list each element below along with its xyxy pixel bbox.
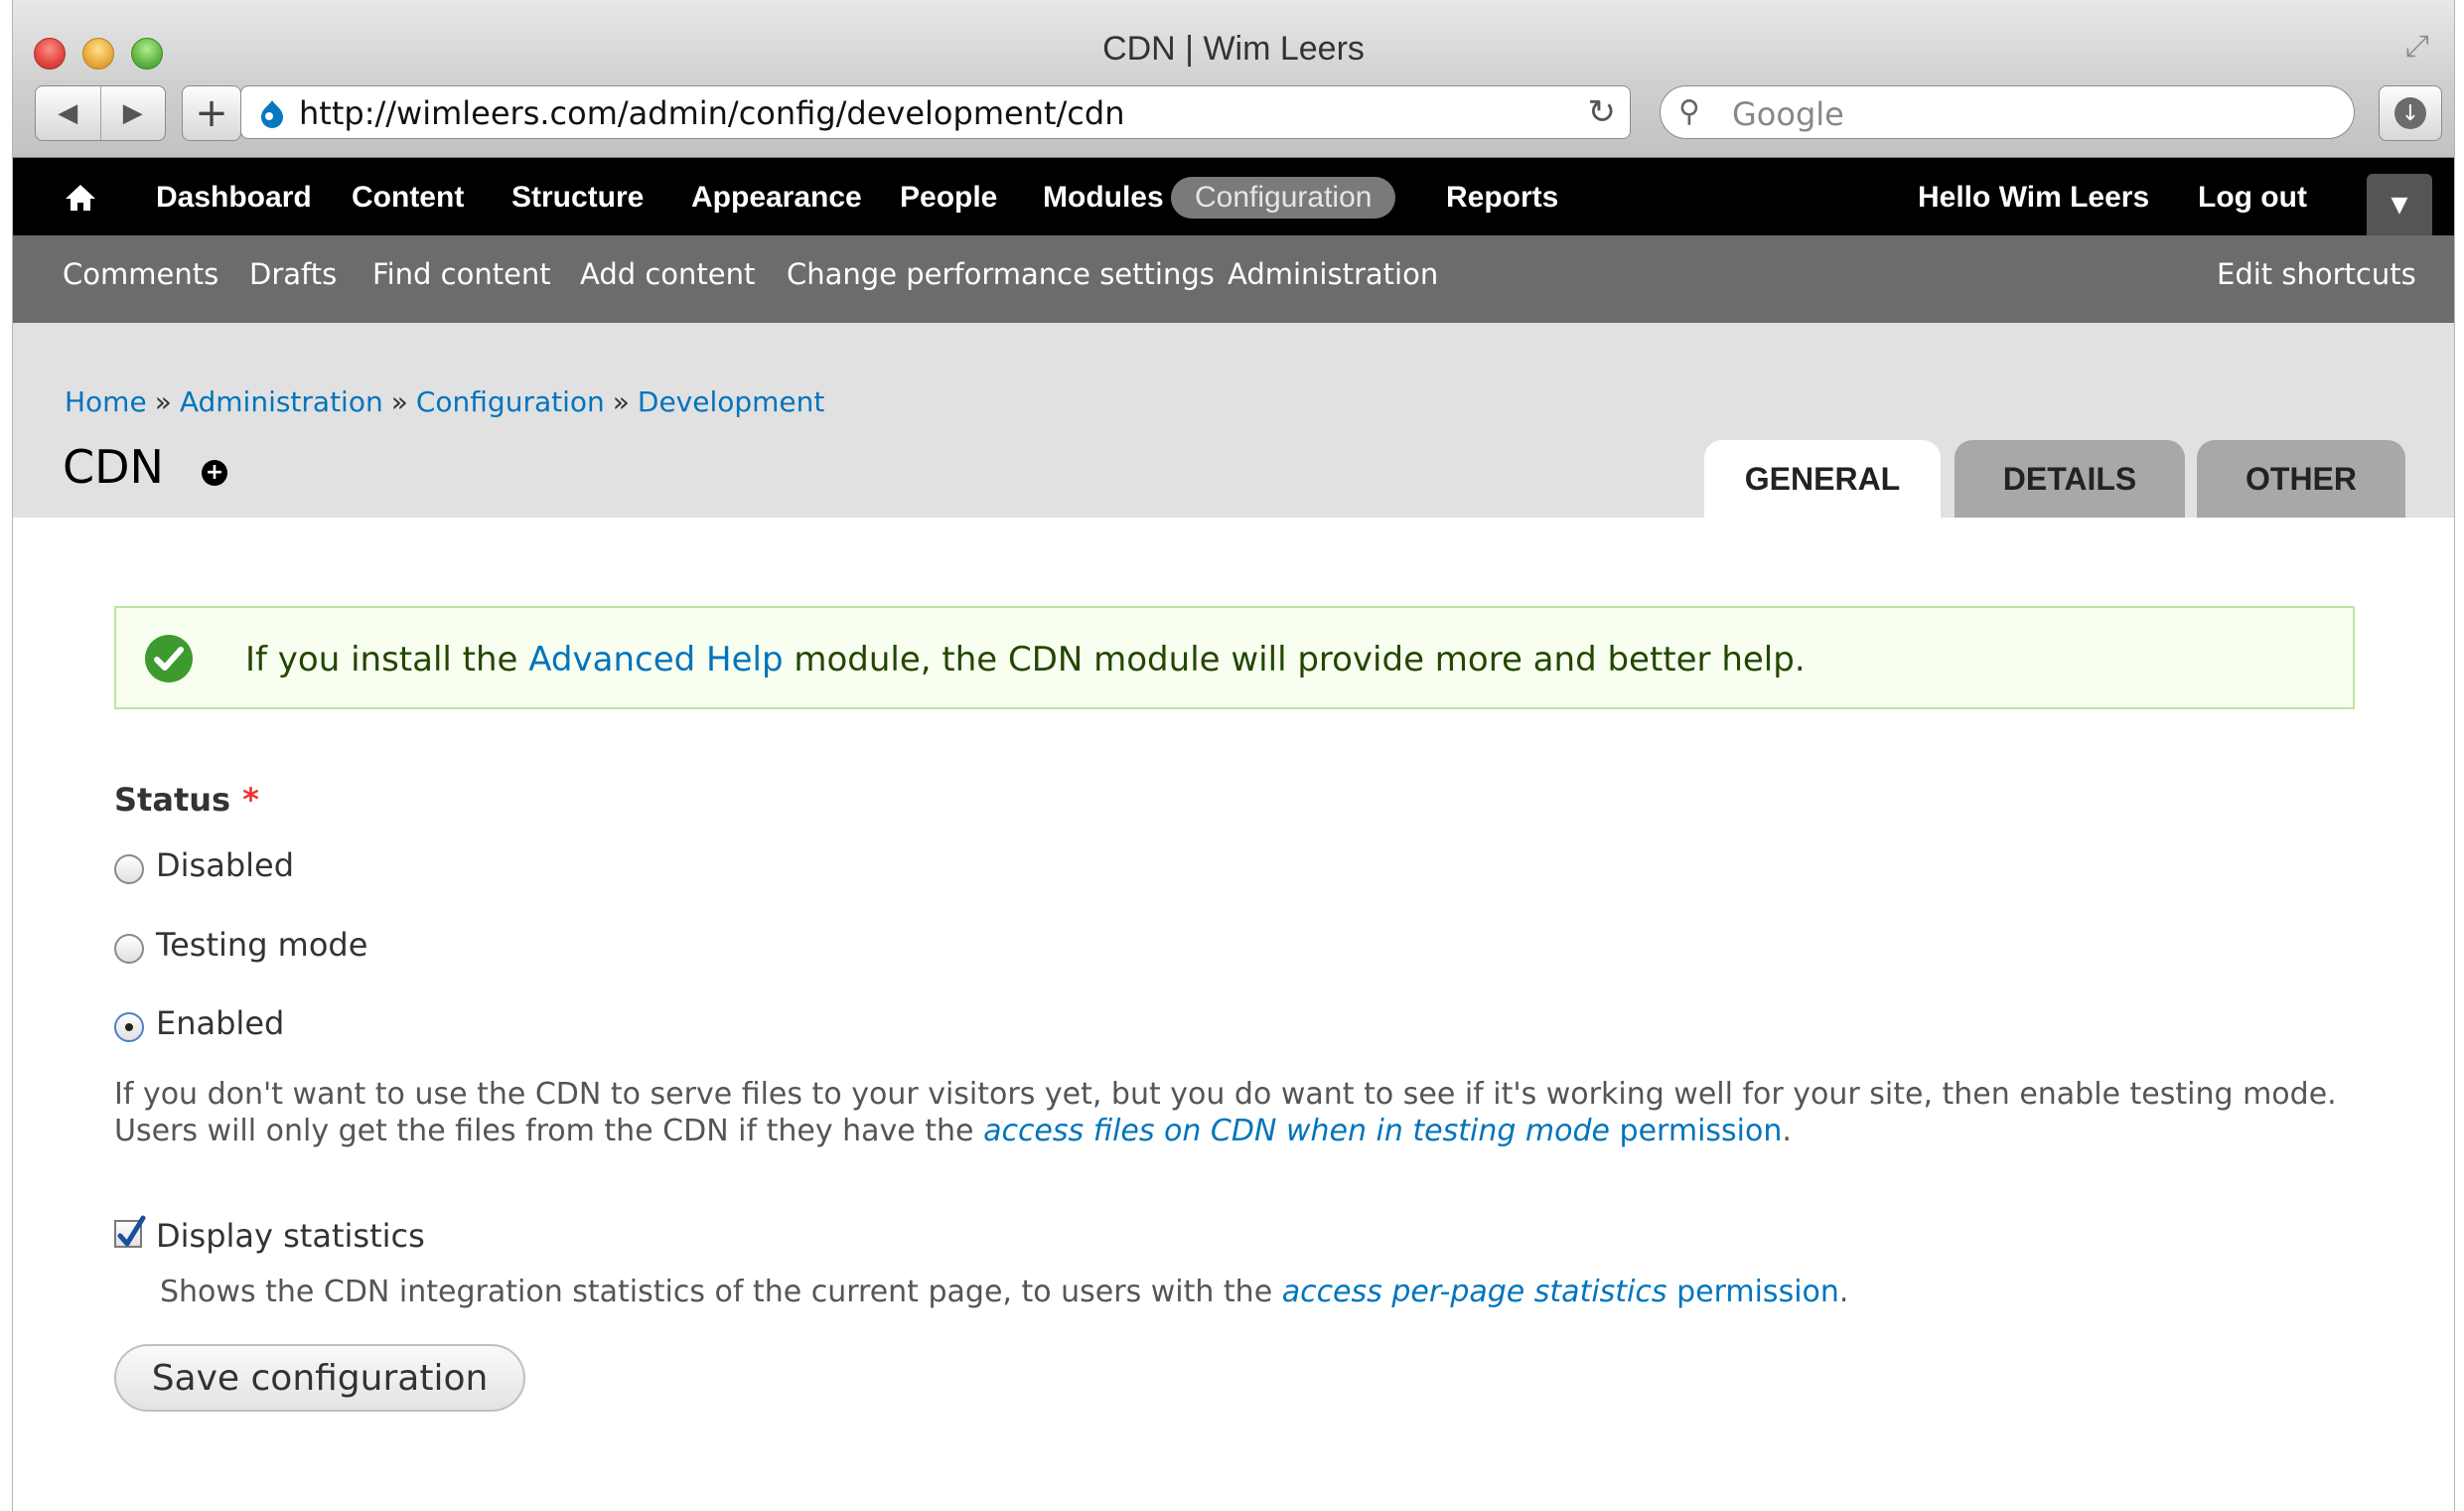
status-label: Status * <box>114 781 259 819</box>
display-statistics-checkbox[interactable] <box>114 1215 146 1248</box>
new-tab-button[interactable]: + <box>182 85 241 141</box>
user-greeting: Hello Wim Leers <box>1918 181 2150 214</box>
radio-label[interactable]: Enabled <box>156 1004 284 1042</box>
statistics-permission-link[interactable]: access per-page statistics permission <box>1282 1275 1839 1309</box>
breadcrumb-development[interactable]: Development <box>638 385 825 418</box>
radio-button-selected[interactable] <box>114 1012 144 1042</box>
admin-toolbar: Dashboard Content Structure Appearance P… <box>13 158 2454 235</box>
checkmark-icon <box>117 1215 146 1247</box>
shortcut-performance[interactable]: Change performance settings <box>787 257 1215 291</box>
drupal-icon <box>261 100 283 128</box>
search-field[interactable]: ⚲ Google <box>1660 85 2355 139</box>
user-name-link[interactable]: Wim Leers <box>1999 181 2149 214</box>
save-configuration-button[interactable]: Save configuration <box>114 1344 525 1412</box>
message-text: If you install the Advanced Help module,… <box>245 640 1806 680</box>
address-bar[interactable]: http://wimleers.com/admin/config/develop… <box>240 85 1631 139</box>
radio-button[interactable] <box>114 934 144 964</box>
search-icon: ⚲ <box>1678 94 1700 129</box>
shortcut-drafts[interactable]: Drafts <box>249 257 337 291</box>
browser-window: CDN | Wim Leers ⤢ ◀ ▶ + http://wimleers.… <box>13 0 2454 1511</box>
window-title: CDN | Wim Leers <box>1102 30 1365 68</box>
breadcrumb-configuration[interactable]: Configuration <box>416 385 605 418</box>
history-buttons: ◀ ▶ <box>35 85 166 141</box>
shortcut-comments[interactable]: Comments <box>63 257 218 291</box>
chevron-down-icon: ▼ <box>2391 192 2408 218</box>
page-title: CDN <box>63 440 164 494</box>
back-icon[interactable]: ◀ <box>36 86 100 140</box>
statistics-description: Shows the CDN integration statistics of … <box>160 1275 1849 1309</box>
forward-icon[interactable]: ▶ <box>99 86 166 140</box>
menu-content[interactable]: Content <box>328 177 488 219</box>
shortcut-add-content[interactable]: Add content <box>580 257 755 291</box>
page-header: Home» Administration» Configuration» Develo… <box>13 323 2454 518</box>
tab-details[interactable]: DETAILS <box>1955 440 2185 518</box>
tab-general[interactable]: GENERAL <box>1704 440 1941 518</box>
status-message: If you install the Advanced Help module,… <box>114 606 2355 709</box>
reload-icon[interactable]: ↻ <box>1588 92 1617 132</box>
radio-button[interactable] <box>114 854 144 884</box>
breadcrumb-home[interactable]: Home <box>65 385 147 418</box>
testing-mode-permission-link[interactable]: access files on CDN when in testing mode… <box>983 1114 1782 1148</box>
status-description: If you don't want to use the CDN to serv… <box>114 1077 2337 1148</box>
fullscreen-icon[interactable]: ⤢ <box>2400 30 2434 64</box>
edit-shortcuts-link[interactable]: Edit shortcuts <box>2217 257 2416 291</box>
menu-appearance[interactable]: Appearance <box>667 177 886 219</box>
downloads-icon: ↓ <box>2394 97 2426 129</box>
shortcut-administration[interactable]: Administration <box>1228 257 1438 291</box>
menu-configuration[interactable]: Configuration <box>1171 177 1396 219</box>
menu-reports[interactable]: Reports <box>1422 177 1582 219</box>
home-icon[interactable] <box>61 178 100 218</box>
check-circle-icon <box>145 635 193 682</box>
tab-other[interactable]: OTHER <box>2197 440 2405 518</box>
downloads-button[interactable]: ↓ <box>2379 85 2442 141</box>
breadcrumb-administration[interactable]: Administration <box>180 385 383 418</box>
shortcut-find-content[interactable]: Find content <box>372 257 551 291</box>
shortcuts-bar: Comments Drafts Find content Add content… <box>13 235 2454 323</box>
menu-people[interactable]: People <box>876 177 1021 219</box>
browser-chrome: CDN | Wim Leers ⤢ ◀ ▶ + http://wimleers.… <box>13 0 2454 158</box>
add-shortcut-icon[interactable]: + <box>202 460 227 486</box>
required-marker: * <box>242 781 259 819</box>
menu-dashboard[interactable]: Dashboard <box>132 177 336 219</box>
display-statistics-label[interactable]: Display statistics <box>156 1217 425 1255</box>
breadcrumb: Home» Administration» Configuration» Develo… <box>65 385 825 418</box>
radio-label[interactable]: Testing mode <box>156 926 367 964</box>
menu-structure[interactable]: Structure <box>488 177 667 219</box>
menu-modules[interactable]: Modules <box>1019 177 1188 219</box>
shortcuts-toggle[interactable]: ▼ <box>2367 174 2432 235</box>
advanced-help-link[interactable]: Advanced Help <box>528 640 783 680</box>
radio-label[interactable]: Disabled <box>156 846 294 884</box>
logout-link[interactable]: Log out <box>2198 177 2307 219</box>
search-placeholder: Google <box>1732 95 1844 133</box>
url-text[interactable]: http://wimleers.com/admin/config/develop… <box>299 94 1124 132</box>
